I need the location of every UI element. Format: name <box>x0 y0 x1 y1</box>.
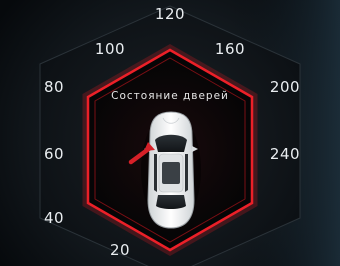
speed-mark-100: 100 <box>94 40 126 58</box>
speed-mark-20: 20 <box>109 241 131 259</box>
speed-mark-160: 160 <box>214 40 246 58</box>
door-status-screen: Состояние дверей 20 40 60 80 100 120 160… <box>0 0 340 266</box>
door-status-title: Состояние дверей <box>111 90 229 102</box>
speed-mark-80: 80 <box>43 78 65 96</box>
speed-mark-40: 40 <box>43 209 65 227</box>
speed-mark-240: 240 <box>269 145 301 163</box>
speed-mark-60: 60 <box>43 145 65 163</box>
car-top-view-icon <box>141 111 201 229</box>
speed-mark-120: 120 <box>154 5 186 23</box>
speed-mark-200: 200 <box>269 78 301 96</box>
